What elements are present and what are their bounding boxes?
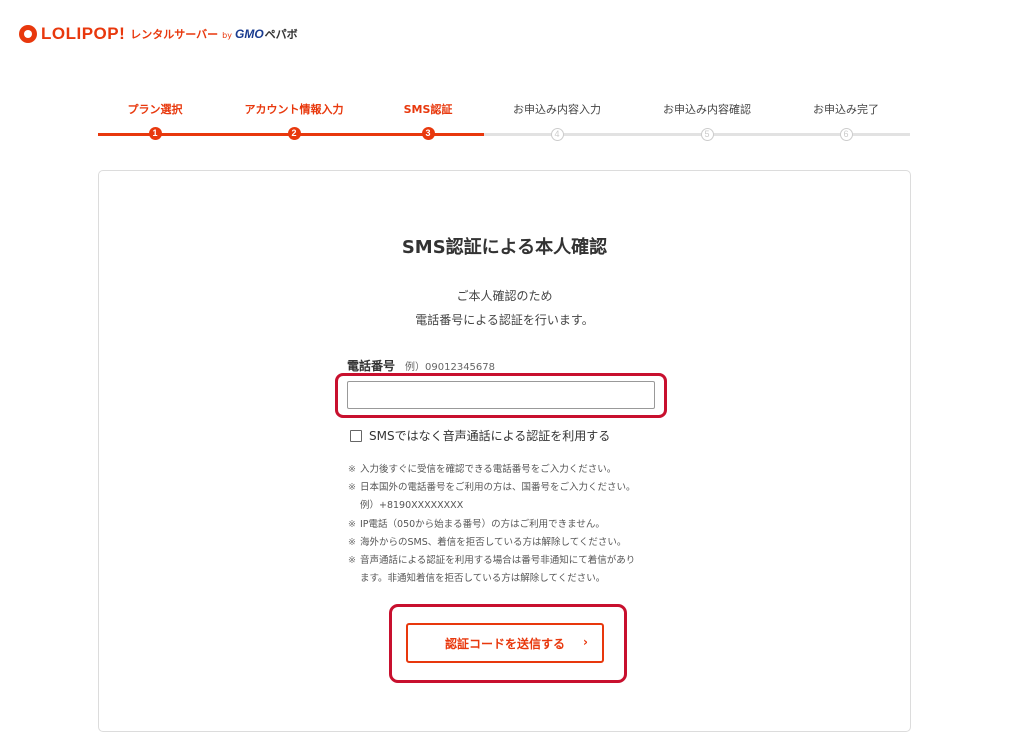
notes-list: ※ 入力後すぐに受信を確認できる電話番号をご入力ください。 ※ 日本国外の電話番… [348,461,636,588]
note-text: 例）+8190XXXXXXXX [360,500,464,512]
description-line: ご本人確認のため [456,289,553,303]
step-application-complete: お申込み完了 6 [771,100,921,141]
note-item: ※ IP電話（050から始まる番号）の方はご利用できません。 [348,516,636,534]
description: ご本人確認のため 電話番号による認証を行います。 [99,284,910,332]
note-mark: ※ [348,536,356,548]
note-mark: ※ [348,518,356,530]
lolipop-mark-icon [19,25,37,43]
step-label: お申込み完了 [813,103,879,116]
note-text: 入力後すぐに受信を確認できる電話番号をご入力ください。 [360,464,617,475]
progress-stepper: プラン選択 1 アカウント情報入力 2 SMS認証 3 お申込み内容入力 4 お… [98,100,910,145]
step-number: 4 [550,128,564,141]
note-item: ※ 日本国外の電話番号をご利用の方は、国番号をご入力ください。 [348,479,636,497]
sms-auth-card: SMS認証による本人確認 ご本人確認のため 電話番号による認証を行います。 電話… [98,170,911,732]
step-label: プラン選択 [127,103,183,116]
description-line: 電話番号による認証を行います。 [415,313,594,327]
step-sms-auth: SMS認証 3 [353,100,503,140]
send-code-button-label: 認証コードを送信する [444,636,565,651]
note-item-continued: ます。非通知着信を拒否している方は解除してください。 [348,570,636,588]
voice-call-option[interactable]: SMSではなく音声通話による認証を利用する [350,427,610,444]
voice-call-checkbox[interactable] [350,429,362,442]
note-text: 音声通話による認証を利用する場合は番号非通知にて着信があり [360,555,636,567]
voice-call-label[interactable]: SMSではなく音声通話による認証を利用する [369,427,610,444]
step-number: 5 [700,128,714,141]
pepabo-logo-text: ペパボ [264,28,298,41]
note-mark: ※ [348,464,356,475]
note-item: ※ 音声通話による認証を利用する場合は番号非通知にて着信があり [348,552,636,570]
step-label: アカウント情報入力 [244,103,344,116]
note-item-continued: 例）+8190XXXXXXXX [348,497,636,515]
step-number: 6 [839,128,853,141]
step-plan-selection: プラン選択 1 [80,100,230,140]
logo-text: LOLIPOP! [41,24,126,43]
note-text: 日本国外の電話番号をご利用の方は、国番号をご入力ください。 [360,482,636,494]
step-number: 1 [148,127,162,140]
note-text: IP電話（050から始まる番号）の方はご利用できません。 [360,518,605,530]
lolipop-logo[interactable]: LOLIPOP! レンタルサーバー by GMO ペパボ [19,23,298,45]
logo-by-text: by [222,31,232,40]
step-label: お申込み内容入力 [513,103,601,116]
phone-field-label-row: 電話番号 例）09012345678 [347,357,495,374]
step-account-info: アカウント情報入力 2 [219,100,369,140]
note-item: ※ 入力後すぐに受信を確認できる電話番号をご入力ください。 [348,461,636,479]
note-item: ※ 海外からのSMS、着信を拒否している方は解除してください。 [348,534,636,552]
note-mark: ※ [348,555,356,567]
note-text: ます。非通知着信を拒否している方は解除してください。 [360,573,606,585]
step-number: 2 [287,127,301,140]
page-title: SMS認証による本人確認 [401,237,608,258]
phone-label: 電話番号 [347,359,396,373]
note-text: 海外からのSMS、着信を拒否している方は解除してください。 [360,536,627,548]
phone-number-input[interactable] [347,381,655,409]
gmo-logo-text: GMO [234,27,264,41]
step-number: 3 [421,127,435,140]
logo-sub-text: レンタルサーバー [130,28,219,41]
note-mark: ※ [348,482,356,494]
step-label: SMS認証 [403,103,453,116]
send-code-button[interactable]: 認証コードを送信する › [406,623,604,663]
step-application-confirm: お申込み内容確認 5 [632,100,782,141]
phone-example: 例）09012345678 [405,362,496,373]
step-application-input: お申込み内容入力 4 [482,100,632,141]
step-label: お申込み内容確認 [663,103,751,116]
chevron-right-icon: › [583,635,588,649]
